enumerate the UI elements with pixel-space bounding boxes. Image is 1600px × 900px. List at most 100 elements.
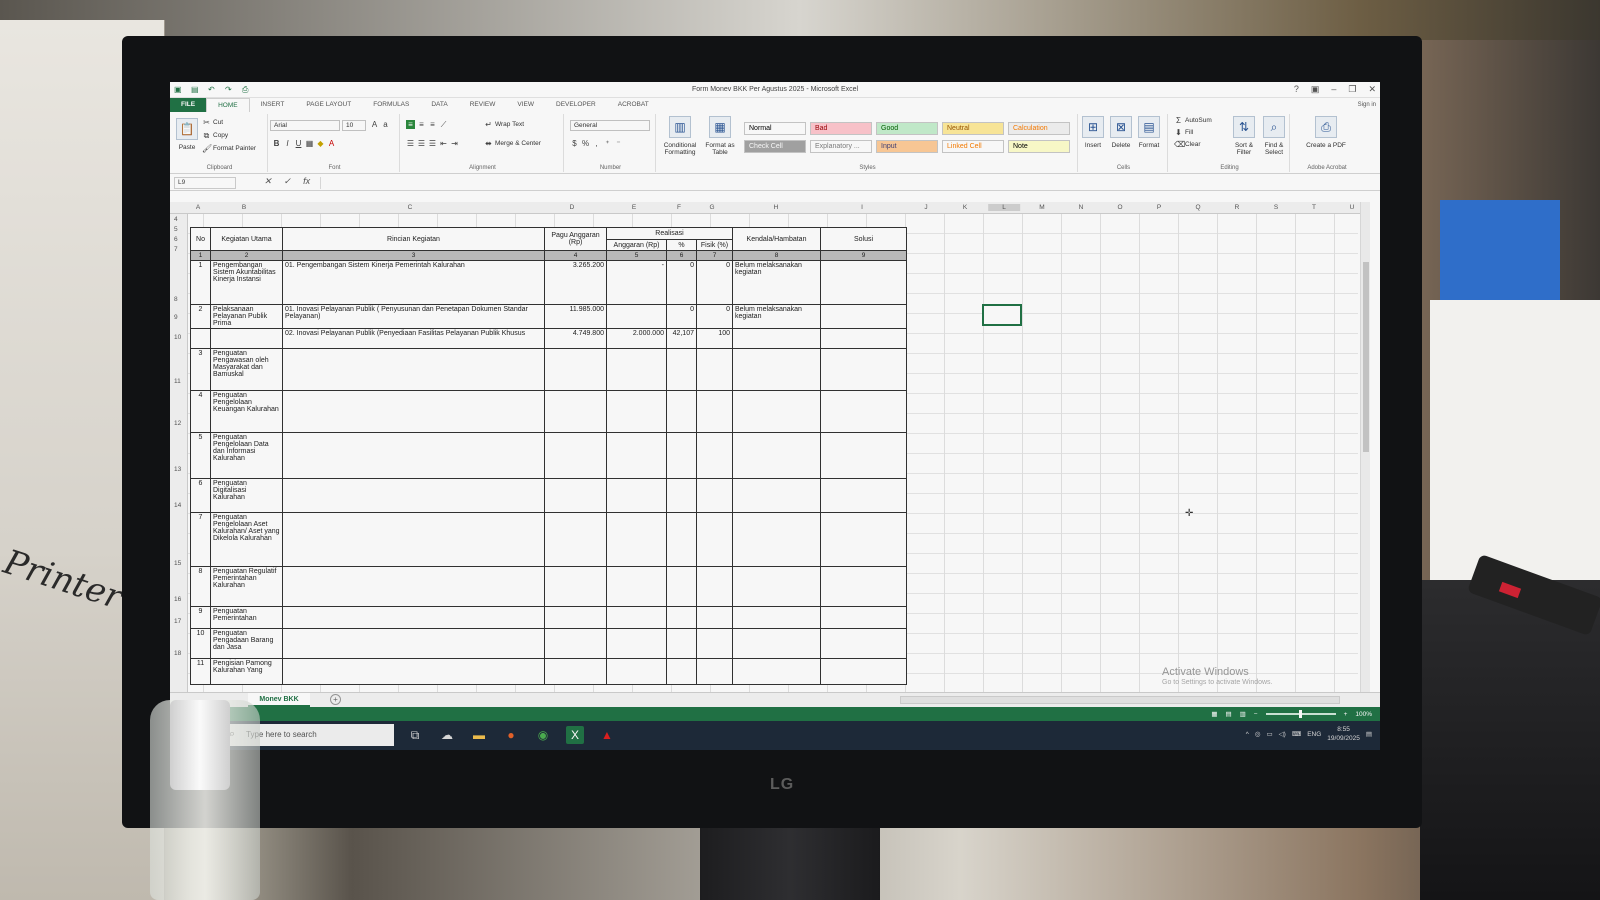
- tab-view[interactable]: VIEW: [506, 98, 545, 112]
- name-box[interactable]: L9: [174, 177, 236, 189]
- cell-solusi[interactable]: [820, 512, 907, 567]
- cell-fisik[interactable]: [696, 628, 733, 659]
- cell-no[interactable]: 9: [190, 606, 211, 629]
- ribbon-display-icon[interactable]: ▣: [1311, 84, 1320, 95]
- volume-icon[interactable]: ◁): [1279, 730, 1286, 738]
- chat-icon[interactable]: ☁: [438, 726, 456, 744]
- cell-persen[interactable]: 0: [666, 260, 697, 305]
- decrease-indent-icon[interactable]: ⇤: [439, 139, 448, 148]
- cell-rincian[interactable]: [282, 658, 545, 685]
- cell-anggaran[interactable]: [606, 606, 667, 629]
- help-icon[interactable]: ?: [1294, 84, 1299, 95]
- cell-style-option[interactable]: Note: [1008, 140, 1070, 153]
- cell-pagu[interactable]: 3.265.200: [544, 260, 607, 305]
- cell-pagu[interactable]: [544, 658, 607, 685]
- row-header[interactable]: 9: [174, 314, 178, 321]
- underline-icon[interactable]: U: [294, 139, 303, 148]
- cell-rincian[interactable]: [282, 606, 545, 629]
- cell-pagu[interactable]: 4.749.800: [544, 328, 607, 349]
- column-header[interactable]: G: [709, 204, 714, 211]
- cell-anggaran[interactable]: [606, 478, 667, 513]
- column-header[interactable]: I: [861, 204, 863, 211]
- format-as-table-button[interactable]: ▦ Format as Table: [702, 116, 738, 156]
- restore-icon[interactable]: ❐: [1348, 84, 1356, 95]
- cell-fisik[interactable]: [696, 432, 733, 479]
- cell-pagu[interactable]: [544, 566, 607, 607]
- cell-kendala[interactable]: [732, 328, 821, 349]
- sheet-tab-monev-bkk[interactable]: Monev BKK: [248, 693, 310, 707]
- cell-kendala[interactable]: [732, 606, 821, 629]
- cell-fisik[interactable]: [696, 512, 733, 567]
- cell-kegiatan[interactable]: [210, 328, 283, 349]
- enter-icon[interactable]: ✓: [284, 176, 292, 187]
- conditional-formatting-button[interactable]: ▥ Conditional Formatting: [660, 116, 700, 156]
- row-header[interactable]: 18: [174, 650, 181, 657]
- align-center-icon[interactable]: ☰: [417, 139, 426, 148]
- cell-solusi[interactable]: [820, 348, 907, 391]
- language-indicator[interactable]: ENG: [1307, 731, 1321, 738]
- cell-persen[interactable]: [666, 628, 697, 659]
- column-header[interactable]: N: [1079, 204, 1084, 211]
- cell-persen[interactable]: [666, 478, 697, 513]
- cell-kegiatan[interactable]: Penguatan Pengelolaan Aset Kalurahan/ As…: [210, 512, 283, 567]
- column-header[interactable]: U: [1350, 204, 1355, 211]
- column-header[interactable]: F: [677, 204, 681, 211]
- fill-color-icon[interactable]: ◆: [316, 139, 325, 148]
- cell-kegiatan[interactable]: Penguatan Pemerintahan: [210, 606, 283, 629]
- cell-style-option[interactable]: Normal: [744, 122, 806, 135]
- cell-no[interactable]: 10: [190, 628, 211, 659]
- cell-persen[interactable]: 42,107: [666, 328, 697, 349]
- cell-rincian[interactable]: [282, 432, 545, 479]
- cell-no[interactable]: 3: [190, 348, 211, 391]
- cell-rincian[interactable]: [282, 512, 545, 567]
- cell-pagu[interactable]: [544, 606, 607, 629]
- cell-style-option[interactable]: Good: [876, 122, 938, 135]
- cell-rincian[interactable]: 01. Pengembangan Sistem Kinerja Pemerint…: [282, 260, 545, 305]
- cell-rincian[interactable]: [282, 348, 545, 391]
- increase-decimal-icon[interactable]: ⁺: [603, 139, 612, 148]
- cell-style-option[interactable]: Neutral: [942, 122, 1004, 135]
- normal-view-icon[interactable]: ▦: [1211, 710, 1217, 718]
- cell-no[interactable]: 6: [190, 478, 211, 513]
- close-icon[interactable]: ✕: [1368, 84, 1376, 95]
- page-layout-view-icon[interactable]: ▤: [1225, 710, 1231, 718]
- cell-solusi[interactable]: [820, 628, 907, 659]
- cell-anggaran[interactable]: 2.000.000: [606, 328, 667, 349]
- cell-fisik[interactable]: 0: [696, 304, 733, 329]
- align-middle-icon[interactable]: ≡: [417, 120, 426, 129]
- tab-home[interactable]: HOME: [206, 98, 250, 112]
- row-header[interactable]: 11: [174, 378, 181, 385]
- column-header[interactable]: A: [196, 204, 200, 211]
- paste-button[interactable]: 📋 Paste: [176, 118, 198, 151]
- merge-center-button[interactable]: ⬌ Merge & Center: [484, 139, 541, 148]
- align-right-icon[interactable]: ☰: [428, 139, 437, 148]
- column-header[interactable]: S: [1274, 204, 1278, 211]
- cell-kegiatan[interactable]: Pelaksanaan Pelayanan Publik Prima: [210, 304, 283, 329]
- create-pdf-button[interactable]: ⎙ Create a PDF: [1306, 116, 1346, 149]
- percent-icon[interactable]: %: [581, 139, 590, 148]
- cell-pagu[interactable]: 11.985.000: [544, 304, 607, 329]
- cell-kegiatan[interactable]: Penguatan Digitalisasi Kalurahan: [210, 478, 283, 513]
- column-header[interactable]: M: [1039, 204, 1044, 211]
- cell-pagu[interactable]: [544, 628, 607, 659]
- tab-data[interactable]: DATA: [420, 98, 458, 112]
- sort-filter-button[interactable]: ⇅ Sort & Filter: [1230, 116, 1258, 156]
- cell-style-option[interactable]: Input: [876, 140, 938, 153]
- cell-kendala[interactable]: [732, 478, 821, 513]
- chrome-icon[interactable]: ◉: [534, 726, 552, 744]
- cell-solusi[interactable]: [820, 260, 907, 305]
- cell-anggaran[interactable]: [606, 566, 667, 607]
- cell-pagu[interactable]: [544, 512, 607, 567]
- cell-pagu[interactable]: [544, 432, 607, 479]
- cell-no[interactable]: 1: [190, 260, 211, 305]
- cell-kendala[interactable]: [732, 512, 821, 567]
- cell-fisik[interactable]: [696, 348, 733, 391]
- column-header[interactable]: K: [963, 204, 967, 211]
- row-header[interactable]: 13: [174, 466, 181, 473]
- network-icon[interactable]: ▭: [1266, 730, 1272, 738]
- cell-anggaran[interactable]: [606, 658, 667, 685]
- sign-in-link[interactable]: Sign in: [1358, 102, 1376, 108]
- cell-persen[interactable]: [666, 606, 697, 629]
- cell-kegiatan[interactable]: Penguatan Pengelolaan Keuangan Kalurahan: [210, 390, 283, 433]
- tab-developer[interactable]: DEVELOPER: [545, 98, 607, 112]
